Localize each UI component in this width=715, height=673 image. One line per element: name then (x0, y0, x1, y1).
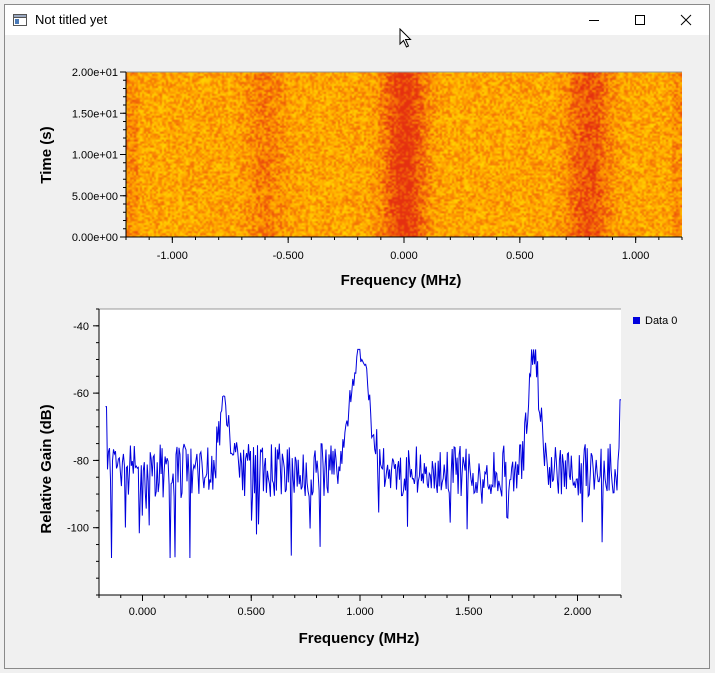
x-tick-label: 1.500 (455, 606, 483, 618)
waterfall-x-ticks: -1.000 -0.500 0.000 0.500 1.000 (125, 237, 683, 262)
y-tick-label: 2.00e+01 (72, 67, 118, 79)
spectrum-plot[interactable]: -40-60-80-100 0.000 0.500 1.000 1.500 2.000 … (5, 305, 709, 655)
y-tick-label: -100 (67, 523, 89, 535)
y-tick-label: -80 (73, 455, 89, 467)
x-tick-label: 0.000 (390, 250, 418, 262)
x-tick-label: -0.500 (273, 250, 304, 262)
maximize-icon (635, 15, 645, 25)
minimize-button[interactable] (571, 5, 617, 35)
y-tick-label: 1.00e+01 (72, 150, 118, 162)
mouse-cursor-icon (399, 28, 412, 48)
waterfall-y-ticks: 0.00e+00 5.00e+00 1.00e+01 1.50e+01 2.00e+01 (72, 67, 126, 244)
x-tick-label: -1.000 (157, 250, 188, 262)
title-bar[interactable]: Not titled yet (5, 5, 709, 35)
waterfall-x-label: Frequency (MHz) (341, 272, 462, 289)
app-window: Not titled yet 0.00e+00 5.00e+00 1.00e+01 1… (4, 4, 710, 669)
x-tick-label: 0.500 (237, 606, 265, 618)
legend-label-data-0: Data 0 (645, 315, 677, 327)
legend-swatch-data-0 (633, 317, 640, 324)
y-tick-label: 1.50e+01 (72, 108, 118, 120)
y-tick-label: 5.00e+00 (72, 191, 118, 203)
x-tick-label: 1.000 (346, 606, 374, 618)
waterfall-plot[interactable]: 0.00e+00 5.00e+00 1.00e+01 1.50e+01 2.00e+01… (5, 35, 709, 320)
close-icon (680, 14, 692, 26)
x-tick-label: 1.000 (622, 250, 650, 262)
x-tick-label: 0.500 (506, 250, 534, 262)
close-button[interactable] (663, 5, 709, 35)
spectrum-x-label: Frequency (MHz) (299, 630, 420, 647)
x-tick-label: 0.000 (129, 606, 157, 618)
spectrum-x-ticks: 0.000 0.500 1.000 1.500 2.000 (98, 595, 622, 618)
waterfall-image (126, 72, 682, 237)
y-tick-label: -40 (73, 321, 89, 333)
window-title: Not titled yet (35, 12, 108, 27)
minimize-icon (589, 20, 599, 21)
maximize-button[interactable] (617, 5, 663, 35)
spectrum-y-label: Relative Gain (dB) (38, 404, 55, 533)
y-tick-label: 0.00e+00 (72, 232, 118, 244)
spectrum-y-ticks: -40 -60 -80 -100 (67, 308, 99, 596)
x-tick-label: 2.000 (564, 606, 592, 618)
waterfall-y-label: Time (s) (38, 126, 55, 183)
y-tick-label: -60 (73, 388, 89, 400)
app-icon (13, 13, 27, 31)
